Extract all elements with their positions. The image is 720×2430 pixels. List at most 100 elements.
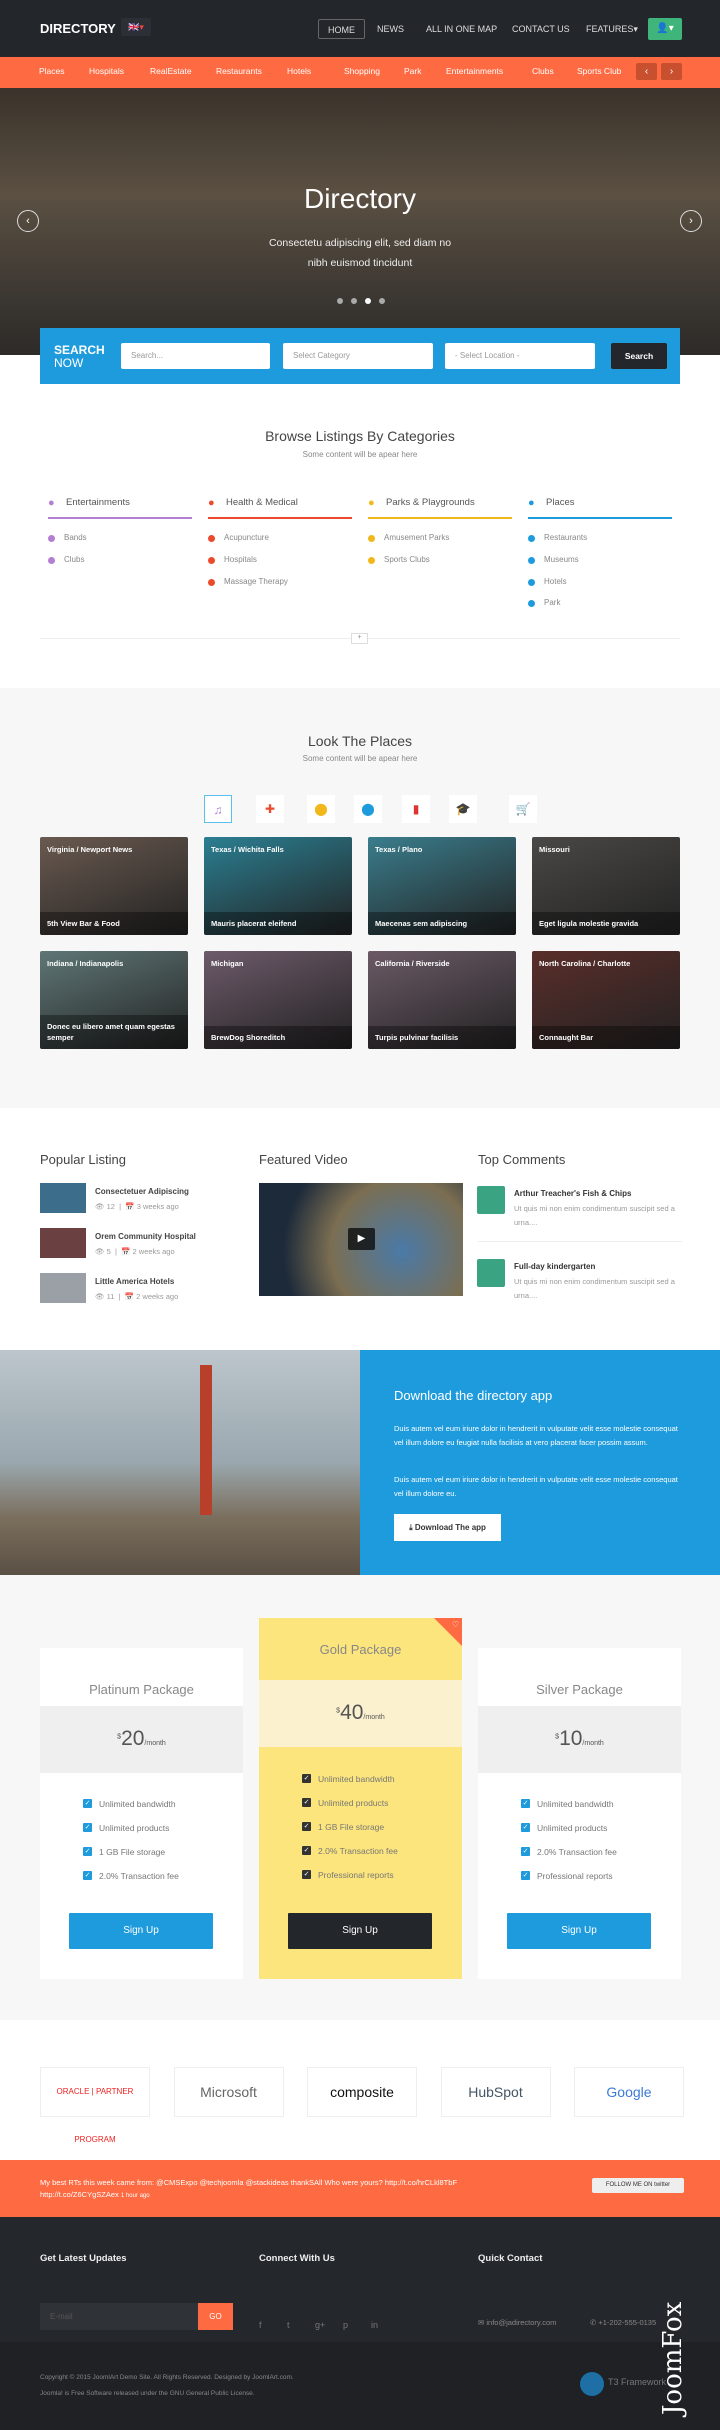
place-card[interactable]: Michigan BrewDog Shoreditch [204, 951, 352, 1049]
site-logo[interactable]: DIRECTORY [40, 21, 116, 36]
place-name[interactable]: Turpis pulvinar facilisis [368, 1026, 516, 1049]
listing-thumbnail[interactable] [40, 1273, 86, 1303]
category-link[interactable]: Hospitals [208, 555, 352, 577]
brand-logo[interactable]: Microsoft [173, 2067, 284, 2117]
brand-logo[interactable]: composite [307, 2067, 417, 2117]
social-icon-f[interactable]: f [259, 2320, 262, 2330]
listing-thumbnail[interactable] [40, 1228, 86, 1258]
category-link[interactable]: Restaurants [528, 533, 672, 555]
filter-graduation-cap-icon[interactable]: 🎓 [449, 795, 477, 823]
listing-name[interactable]: Orem Community Hospital [95, 1232, 196, 1241]
filter-ambulance-icon[interactable]: ✚ [256, 795, 284, 823]
contact-email[interactable]: ✉ info@jadirectory.com [478, 2318, 556, 2327]
show-more-button[interactable]: + [351, 633, 368, 644]
social-icon-in[interactable]: in [371, 2320, 378, 2330]
place-card[interactable]: Virginia / Newport News 5th View Bar & Fo… [40, 837, 188, 935]
cat-realestate[interactable]: RealEstate [150, 66, 192, 76]
listing-thumbnail[interactable] [40, 1183, 86, 1213]
sign-up-button[interactable]: Sign Up [69, 1913, 213, 1949]
place-card[interactable]: North Carolina / Charlotte Connaught Bar [532, 951, 680, 1049]
email-input[interactable]: E-mail [40, 2303, 198, 2330]
category-header[interactable]: ● Places [528, 497, 672, 519]
filter-music-icon[interactable]: ♫ [204, 795, 232, 823]
place-card[interactable]: Missouri Eget ligula molestie gravida [532, 837, 680, 935]
user-menu-button[interactable]: 👤▾ [648, 18, 682, 40]
slider-next-button[interactable]: › [680, 210, 702, 232]
place-card[interactable]: California / Riverside Turpis pulvinar fa… [368, 951, 516, 1049]
category-link[interactable]: Acupuncture [208, 533, 352, 555]
cat-next-button[interactable]: › [661, 63, 682, 80]
place-card[interactable]: Texas / Plano Maecenas sem adipiscing [368, 837, 516, 935]
sign-up-button[interactable]: Sign Up [507, 1913, 651, 1949]
cat-hotels[interactable]: Hotels [287, 66, 311, 76]
comment-title[interactable]: Full-day kindergarten [514, 1262, 595, 1271]
social-icon-p[interactable]: p [343, 2320, 348, 2330]
sign-up-button[interactable]: Sign Up [288, 1913, 432, 1949]
place-card[interactable]: Indiana / Indianapolis Donec eu libero am… [40, 951, 188, 1049]
cat-park[interactable]: Park [404, 66, 421, 76]
category-select[interactable]: Select Category [283, 343, 433, 369]
place-name[interactable]: Donec eu libero amet quam egestas semper [40, 1015, 188, 1049]
brand-logo[interactable]: HubSpot [440, 2067, 551, 2117]
slide-dot[interactable] [379, 298, 385, 304]
category-link[interactable]: Amusement Parks [368, 533, 512, 555]
cat-shopping[interactable]: Shopping [344, 66, 380, 76]
place-name[interactable]: BrewDog Shoreditch [204, 1026, 352, 1049]
category-header[interactable]: ● Health & Medical [208, 497, 352, 519]
language-selector[interactable]: 🇬🇧▾ [121, 18, 151, 36]
place-name[interactable]: Maecenas sem adipiscing [368, 912, 516, 935]
comment-title[interactable]: Arthur Treacher's Fish & Chips [514, 1189, 631, 1198]
filter-cart-icon[interactable]: 🛒 [509, 795, 537, 823]
listing-name[interactable]: Consectetuer Adipiscing [95, 1187, 189, 1196]
featured-video[interactable]: ▶ [259, 1183, 463, 1296]
nav-news[interactable]: NEWS [368, 19, 413, 39]
nav-home[interactable]: HOME [318, 19, 365, 39]
place-name[interactable]: Mauris placerat eleifend [204, 912, 352, 935]
place-name[interactable]: Connaught Bar [532, 1026, 680, 1049]
place-name[interactable]: Eget ligula molestie gravida [532, 912, 680, 935]
listing-name[interactable]: Little America Hotels [95, 1277, 174, 1286]
nav-map[interactable]: ALL IN ONE MAP [417, 19, 506, 39]
slide-dot[interactable] [337, 298, 343, 304]
follow-twitter-button[interactable]: FOLLOW ME ON twitter [592, 2178, 684, 2193]
category-link[interactable]: Hotels [528, 577, 672, 599]
cat-prev-button[interactable]: ‹ [636, 63, 657, 80]
download-app-button[interactable]: ⤓ Download The app [394, 1514, 501, 1541]
category-header[interactable]: ● Entertainments [48, 497, 192, 519]
cat-places[interactable]: Places [39, 66, 65, 76]
place-card[interactable]: Texas / Wichita Falls Mauris placerat ele… [204, 837, 352, 935]
brand-logo[interactable]: ORACLE | PARTNER PROGRAM [40, 2067, 150, 2144]
filter-map-marker-icon[interactable]: ⬤ [307, 795, 335, 823]
category-link[interactable]: Museums [528, 555, 672, 577]
location-select[interactable]: - Select Location - [445, 343, 595, 369]
slide-dot[interactable] [351, 298, 357, 304]
subscribe-button[interactable]: GO [198, 2303, 233, 2330]
popular-item[interactable]: Consectetuer Adipiscing 👁 12 | 📅 3 weeks … [40, 1183, 240, 1215]
filter-building-icon[interactable]: ▮ [402, 795, 430, 823]
category-link[interactable]: Clubs [48, 555, 192, 577]
cat-restaurants[interactable]: Restaurants [216, 66, 262, 76]
play-icon[interactable]: ▶ [348, 1228, 375, 1250]
popular-item[interactable]: Orem Community Hospital 👁 5 | 📅 2 weeks a… [40, 1228, 240, 1260]
nav-features[interactable]: FEATURES▾ [577, 19, 647, 39]
cat-sports-club[interactable]: Sports Club [577, 66, 621, 76]
category-link[interactable]: Park [528, 598, 672, 620]
popular-item[interactable]: Little America Hotels 👁 11 | 📅 2 weeks ag… [40, 1273, 240, 1305]
search-input[interactable]: Search... [121, 343, 270, 369]
category-link[interactable]: Bands [48, 533, 192, 555]
nav-contact[interactable]: CONTACT US [503, 19, 579, 39]
social-icon-g+[interactable]: g+ [315, 2320, 325, 2330]
cat-entertainments[interactable]: Entertainments [446, 66, 503, 76]
cat-hospitals[interactable]: Hospitals [89, 66, 124, 76]
place-name[interactable]: 5th View Bar & Food [40, 912, 188, 935]
search-button[interactable]: Search [611, 343, 667, 369]
category-link[interactable]: Massage Therapy [208, 577, 352, 599]
category-link[interactable]: Sports Clubs [368, 555, 512, 577]
filter-map-marker-icon[interactable]: ⬤ [354, 795, 382, 823]
slide-dot-active[interactable] [365, 298, 371, 304]
slider-prev-button[interactable]: ‹ [17, 210, 39, 232]
brand-logo[interactable]: Google [574, 2067, 684, 2117]
category-header[interactable]: ● Parks & Playgrounds [368, 497, 512, 519]
social-icon-t[interactable]: t [287, 2320, 290, 2330]
cat-clubs[interactable]: Clubs [532, 66, 554, 76]
